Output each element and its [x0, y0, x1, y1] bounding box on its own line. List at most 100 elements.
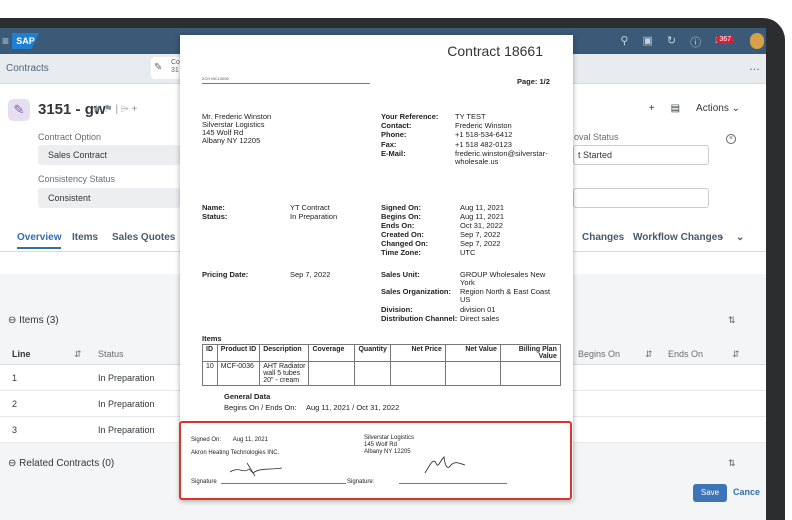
- avatar[interactable]: [750, 33, 764, 49]
- table-header-row: ID Product ID Description Coverage Quant…: [202, 344, 561, 362]
- related-contracts-title: ⊖ Related Contracts (0): [8, 458, 115, 469]
- th-net-value: Net Value: [444, 344, 501, 362]
- history-icon[interactable]: ↻: [667, 34, 676, 50]
- col-begins-sort-icon[interactable]: ⇵: [645, 349, 653, 360]
- contract-document-preview: Contract 18661 ZCH MC10006 Page: 1/2 Mr.…: [179, 35, 573, 500]
- close-icon[interactable]: ×: [726, 134, 736, 144]
- changed-on-value: Sep 7, 2022: [460, 239, 501, 248]
- fax-label: Fax:: [381, 140, 397, 149]
- actions-menu[interactable]: Actions ⌄: [696, 103, 740, 114]
- ends-on-label: Ends On:: [381, 221, 415, 230]
- ends-on-value: Oct 31, 2022: [460, 221, 503, 230]
- consistency-field: Consistent: [38, 188, 180, 208]
- th-quantity: Quantity: [354, 344, 391, 362]
- title-marks[interactable]: ★ ⚑ | ⌲ +: [92, 104, 137, 115]
- th-product-id: Product ID: [216, 344, 261, 362]
- save-button[interactable]: Save: [693, 484, 727, 502]
- begins-ends-label: Begins On / Ends On:: [224, 403, 297, 412]
- th-coverage: Coverage: [308, 344, 356, 362]
- email-value-2: wholesale.us: [455, 157, 499, 166]
- contract-icon: ✎: [8, 99, 30, 121]
- channel-value: Direct sales: [460, 314, 500, 323]
- search-icon[interactable]: ⚲: [620, 34, 628, 50]
- feedback-icon[interactable]: ▣: [642, 34, 652, 50]
- open-tab-contract[interactable]: ✎ Co 31: [151, 57, 181, 79]
- sap-logo[interactable]: SAP: [12, 33, 39, 49]
- sales-unit-label: Sales Unit:: [381, 270, 420, 279]
- cell-billing: [499, 361, 561, 386]
- notifications-icon[interactable]: ✉367: [715, 34, 742, 50]
- help-icon[interactable]: ⓘ: [690, 34, 701, 50]
- collapse-icon[interactable]: ⊖: [8, 458, 16, 469]
- sales-org-label: Sales Organization:: [381, 287, 452, 296]
- more-icon[interactable]: …: [749, 61, 760, 73]
- pricing-date-label: Pricing Date:: [202, 270, 249, 279]
- tab-more-icon[interactable]: ›: [720, 232, 723, 243]
- contact-label: Contact:: [381, 121, 412, 130]
- header-rule: [202, 83, 370, 84]
- division-label: Division:: [381, 305, 413, 314]
- th-id: ID: [202, 344, 218, 362]
- col-line-sort-icon[interactable]: ⇵: [74, 349, 82, 360]
- status-value: In Preparation: [290, 212, 338, 221]
- consistency-label: Consistency Status: [38, 174, 116, 184]
- tab-code: Co 31: [171, 59, 180, 74]
- signed-on-label: Signed On:: [381, 203, 421, 212]
- seller-signature-line: [221, 483, 346, 484]
- cell-coverage: [308, 361, 356, 386]
- row-status: In Preparation: [98, 425, 155, 435]
- breadcrumb-contracts[interactable]: Contracts: [6, 63, 49, 74]
- col-line[interactable]: Line: [12, 349, 31, 359]
- document-items-table: ID Product ID Description Coverage Quant…: [202, 344, 561, 386]
- th-billing-plan: Billing Plan Value: [499, 344, 561, 362]
- col-ends-sort-icon[interactable]: ⇵: [732, 349, 740, 360]
- table-row: 10 MCF-0036 AHT Radiator wall 5 tubes 20" …: [202, 361, 561, 386]
- time-zone-label: Time Zone:: [381, 248, 421, 257]
- add-icon[interactable]: +: [649, 103, 655, 114]
- buyer-signature-label: Signature:: [347, 479, 375, 485]
- document-title: Contract 18661: [447, 43, 543, 59]
- tab-changes[interactable]: Changes: [582, 232, 624, 243]
- col-status[interactable]: Status: [98, 349, 124, 359]
- pricing-date-value: Sep 7, 2022: [290, 270, 331, 279]
- status-label: Status:: [202, 212, 228, 221]
- col-ends-on[interactable]: Ends On: [668, 349, 703, 359]
- addr-city: Albany NY 12205: [202, 136, 261, 145]
- collapse-icon[interactable]: ⊖: [8, 315, 16, 326]
- tab-overview[interactable]: Overview: [17, 232, 62, 249]
- tab-sales-quotes[interactable]: Sales Quotes: [112, 232, 175, 243]
- row-line: 3: [12, 425, 18, 435]
- sig-buyer-company: Silverstar Logistics: [364, 435, 415, 441]
- print-icon[interactable]: ▤: [671, 103, 680, 114]
- signed-on-value: Aug 11, 2021: [460, 203, 505, 212]
- sort-icon[interactable]: ⇅: [728, 315, 736, 326]
- tab-items[interactable]: Items: [72, 232, 98, 243]
- contract-option-label: Contract Option: [38, 132, 102, 142]
- tab-dropdown-icon[interactable]: ⌄: [736, 232, 744, 243]
- created-on-value: Sep 7, 2022: [460, 230, 501, 239]
- begins-on-label: Begins On:: [381, 212, 422, 221]
- created-on-label: Created On:: [381, 230, 424, 239]
- changed-on-label: Changed On:: [381, 239, 429, 248]
- row-status: In Preparation: [98, 399, 155, 409]
- seller-signature: [229, 462, 283, 477]
- tab-workflow-changes[interactable]: Workflow Changes: [633, 232, 723, 243]
- seller-signature-label: Signature: [191, 479, 217, 485]
- menu-icon[interactable]: ≡: [2, 34, 9, 48]
- approval-status-label: oval Status: [574, 132, 619, 142]
- page-indicator: Page: 1/2: [517, 77, 550, 86]
- contract-option-field[interactable]: Sales Contract: [38, 145, 180, 165]
- cancel-button[interactable]: Cance: [733, 487, 760, 497]
- signature-section: Signed On: Aug 11, 2021 Akron Heating Te…: [179, 421, 572, 500]
- division-value: division 01: [460, 305, 496, 314]
- buyer-signature: [424, 456, 466, 474]
- col-begins-on[interactable]: Begins On: [578, 349, 620, 359]
- phone-label: Phone:: [381, 130, 407, 139]
- fax-value: +1 518 482-0123: [455, 140, 512, 149]
- phone-value: +1 518-534-6412: [455, 130, 513, 139]
- related-sort-icon[interactable]: ⇅: [728, 458, 736, 469]
- secondary-field[interactable]: [573, 188, 709, 208]
- approval-status-field[interactable]: t Started: [573, 145, 709, 165]
- name-label: Name:: [202, 203, 225, 212]
- sig-buyer-city: Albany NY 12205: [364, 449, 411, 455]
